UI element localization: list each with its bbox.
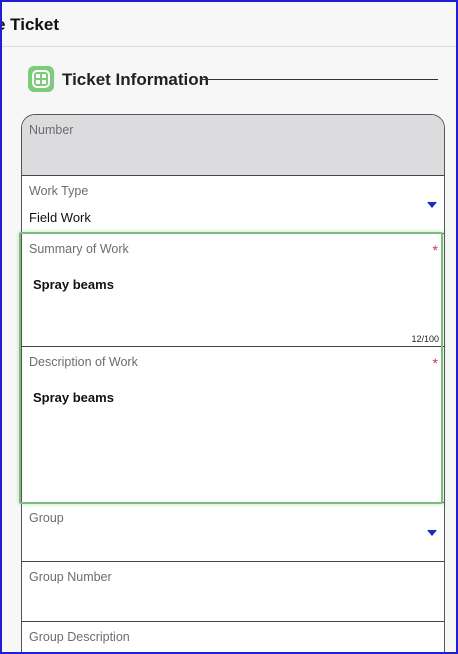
- group-number-label: Group Number: [29, 570, 112, 584]
- section-header: Ticket Information: [28, 66, 440, 94]
- page-title: e Ticket: [0, 15, 60, 34]
- summary-value: Spray beams: [33, 277, 114, 292]
- work-type-select[interactable]: Work Type Field Work: [22, 176, 444, 234]
- chevron-down-icon[interactable]: [427, 202, 437, 208]
- summary-label: Summary of Work: [29, 242, 129, 256]
- group-select[interactable]: Group: [22, 503, 444, 562]
- section-divider: [200, 79, 438, 80]
- group-description-label: Group Description: [29, 630, 130, 644]
- top-bar: e Ticket: [2, 2, 456, 47]
- section-title: Ticket Information: [62, 70, 210, 89]
- required-icon: *: [432, 242, 438, 258]
- ticket-form: Number Work Type Field Work Summary of W…: [21, 114, 445, 652]
- chevron-down-icon[interactable]: [427, 530, 437, 536]
- grid-icon: [28, 66, 54, 92]
- group-number-field[interactable]: Group Number: [22, 562, 444, 622]
- description-value: Spray beams: [33, 390, 114, 405]
- number-label: Number: [29, 123, 74, 137]
- group-label: Group: [29, 511, 64, 525]
- description-of-work-field[interactable]: Description of Work * Spray beams: [22, 347, 444, 503]
- required-icon: *: [432, 355, 438, 371]
- number-field[interactable]: Number: [22, 115, 444, 176]
- group-description-field[interactable]: Group Description: [22, 622, 444, 652]
- work-type-value: Field Work: [29, 210, 91, 225]
- work-type-label: Work Type: [29, 184, 89, 198]
- app-frame: e Ticket Ticket Information Number Work …: [0, 0, 458, 654]
- summary-of-work-field[interactable]: Summary of Work * Spray beams 12/100: [22, 234, 444, 347]
- character-counter: 12/100: [411, 334, 439, 344]
- description-label: Description of Work: [29, 355, 138, 369]
